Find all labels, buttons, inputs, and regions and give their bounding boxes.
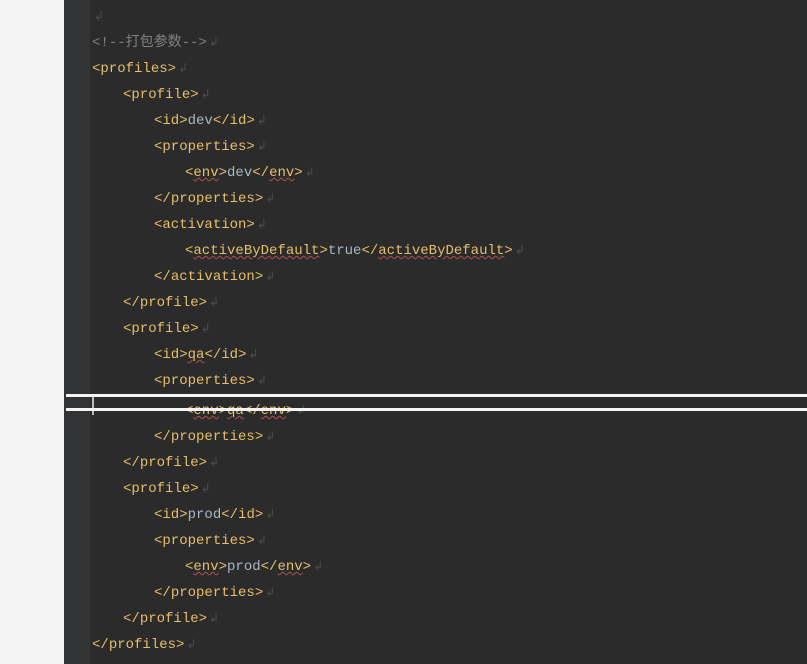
tag-id-close: id bbox=[221, 347, 238, 363]
crlf-icon: ↲ bbox=[199, 322, 211, 336]
code-line[interactable]: <id>qa</id>↲ bbox=[92, 342, 807, 368]
tag-profiles-close: profiles bbox=[109, 637, 176, 653]
crlf-icon: ↲ bbox=[199, 88, 211, 102]
tag-id-open: id bbox=[162, 113, 179, 129]
code-line[interactable]: </activation>↲ bbox=[92, 264, 807, 290]
cursor bbox=[92, 397, 94, 415]
code-line[interactable]: </properties>↲ bbox=[92, 424, 807, 450]
crlf-icon: ↲ bbox=[255, 218, 267, 232]
tag-properties-close: properties bbox=[171, 429, 255, 445]
tag-env-open: env bbox=[193, 559, 218, 575]
crlf-icon: ↲ bbox=[303, 166, 315, 180]
value-dev: dev bbox=[227, 165, 252, 181]
value-qa: qa bbox=[188, 347, 205, 363]
crlf-icon: ↲ bbox=[255, 534, 267, 548]
tag-env-close: env bbox=[261, 403, 286, 419]
comment-close: --> bbox=[182, 35, 207, 51]
crlf-icon: ↲ bbox=[207, 296, 219, 310]
crlf-icon: ↲ bbox=[92, 10, 104, 24]
tag-env-close: env bbox=[269, 165, 294, 181]
value-dev: dev bbox=[188, 113, 213, 129]
split-gap: <env>qa</env>↲ bbox=[92, 394, 807, 424]
code-line[interactable]: <!--打包参数-->↲ bbox=[92, 30, 807, 56]
code-line[interactable]: </profile>↲ bbox=[92, 450, 807, 476]
code-line[interactable]: <env>prod</env>↲ bbox=[92, 554, 807, 580]
gutter bbox=[0, 0, 64, 664]
tag-profiles-open: profiles bbox=[100, 61, 167, 77]
tag-activebydefault-close: activeByDefault bbox=[378, 243, 504, 259]
code-line[interactable]: <properties>↲ bbox=[92, 368, 807, 394]
value-qa: qa bbox=[227, 403, 244, 419]
crlf-icon: ↲ bbox=[263, 430, 275, 444]
crlf-icon: ↲ bbox=[263, 508, 275, 522]
code-line[interactable]: <id>prod</id>↲ bbox=[92, 502, 807, 528]
value-true: true bbox=[328, 243, 362, 259]
tag-activation-open: activation bbox=[162, 217, 246, 233]
crlf-icon: ↲ bbox=[255, 114, 267, 128]
code-margin bbox=[64, 0, 90, 664]
tag-env-open: env bbox=[193, 165, 218, 181]
tag-activation-close: activation bbox=[171, 269, 255, 285]
code-line[interactable]: <profiles>↲ bbox=[92, 56, 807, 82]
crlf-icon: ↲ bbox=[207, 36, 219, 50]
crlf-icon: ↲ bbox=[311, 560, 323, 574]
code-line[interactable]: </properties>↲ bbox=[92, 580, 807, 606]
crlf-icon: ↲ bbox=[255, 374, 267, 388]
comment-open: <!-- bbox=[92, 35, 126, 51]
tag-activebydefault-open: activeByDefault bbox=[193, 243, 319, 259]
tag-profile-close: profile bbox=[140, 611, 199, 627]
tag-env-close: env bbox=[277, 559, 302, 575]
tag-profile-open: profile bbox=[131, 321, 190, 337]
code-line[interactable]: <properties>↲ bbox=[92, 134, 807, 160]
code-line[interactable]: </profile>↲ bbox=[92, 290, 807, 316]
comment-text: 打包参数 bbox=[126, 35, 182, 51]
crlf-icon: ↲ bbox=[263, 270, 275, 284]
code-line[interactable]: <profile>↲ bbox=[92, 82, 807, 108]
tag-properties-open: properties bbox=[162, 373, 246, 389]
tag-properties-open: properties bbox=[162, 139, 246, 155]
tag-id-open: id bbox=[162, 347, 179, 363]
crlf-icon: ↲ bbox=[263, 192, 275, 206]
crlf-icon: ↲ bbox=[263, 586, 275, 600]
code-line[interactable]: <activation>↲ bbox=[92, 212, 807, 238]
tag-properties-close: properties bbox=[171, 585, 255, 601]
tag-id-open: id bbox=[162, 507, 179, 523]
crlf-icon: ↲ bbox=[184, 638, 196, 652]
tag-properties-close: properties bbox=[171, 191, 255, 207]
code-line[interactable]: <env>dev</env>↲ bbox=[92, 160, 807, 186]
tag-properties-open: properties bbox=[162, 533, 246, 549]
value-prod: prod bbox=[227, 559, 261, 575]
tag-profile-close: profile bbox=[140, 455, 199, 471]
editor-wrapper: ↲ <!--打包参数-->↲ <profiles>↲ <profile>↲ <i… bbox=[0, 0, 807, 664]
code-line[interactable]: </properties>↲ bbox=[92, 186, 807, 212]
crlf-icon: ↲ bbox=[207, 612, 219, 626]
crlf-icon: ↲ bbox=[294, 404, 306, 418]
code-line[interactable]: <profile>↲ bbox=[92, 476, 807, 502]
crlf-icon: ↲ bbox=[255, 140, 267, 154]
crlf-icon: ↲ bbox=[246, 348, 258, 362]
crlf-icon: ↲ bbox=[199, 482, 211, 496]
code-line[interactable]: ↲ bbox=[92, 4, 807, 30]
value-prod: prod bbox=[188, 507, 222, 523]
code-line[interactable]: <profile>↲ bbox=[92, 316, 807, 342]
crlf-icon: ↲ bbox=[176, 62, 188, 76]
tag-env-open: env bbox=[193, 403, 218, 419]
crlf-icon: ↲ bbox=[513, 244, 525, 258]
code-line[interactable]: <properties>↲ bbox=[92, 528, 807, 554]
code-line[interactable]: <activeByDefault>true</activeByDefault>↲ bbox=[92, 238, 807, 264]
tag-profile-open: profile bbox=[131, 87, 190, 103]
tag-id-close: id bbox=[230, 113, 247, 129]
tag-profile-close: profile bbox=[140, 295, 199, 311]
tag-id-close: id bbox=[238, 507, 255, 523]
code-line[interactable]: </profiles>↲ bbox=[92, 632, 807, 658]
crlf-icon: ↲ bbox=[207, 456, 219, 470]
code-line[interactable]: <id>dev</id>↲ bbox=[92, 108, 807, 134]
tag-profile-open: profile bbox=[131, 481, 190, 497]
code-line[interactable]: </profile>↲ bbox=[92, 606, 807, 632]
code-area[interactable]: ↲ <!--打包参数-->↲ <profiles>↲ <profile>↲ <i… bbox=[90, 0, 807, 664]
